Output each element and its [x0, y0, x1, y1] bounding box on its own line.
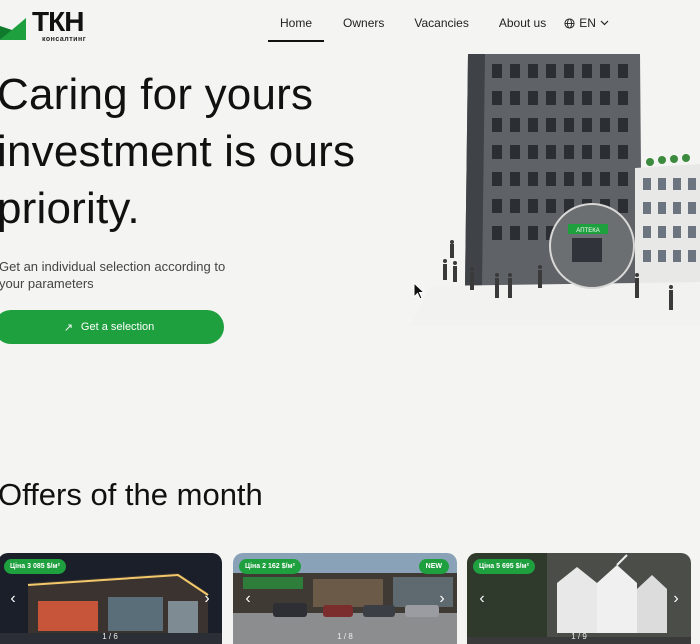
language-selector[interactable]: EN	[558, 14, 609, 42]
hero-subtitle: Get an individual selection according to…	[0, 259, 226, 291]
main-nav: Home Owners Vacancies About us EN	[268, 14, 609, 42]
photo-pager: 1 / 9	[571, 632, 587, 641]
chevron-right-icon[interactable]: ›	[669, 591, 683, 607]
nav-home[interactable]: Home	[268, 14, 325, 42]
offer-card[interactable]: Ціна 2 162 $/м² NEW ‹ › 1 / 8	[233, 553, 457, 644]
new-badge: NEW	[418, 559, 449, 574]
chevron-left-icon[interactable]: ‹	[241, 591, 255, 607]
price-badge: Ціна 3 085 $/м²	[4, 559, 66, 574]
mouse-cursor-icon	[413, 282, 425, 300]
arrow-up-right-icon: ↗	[63, 321, 73, 334]
photo-pager: 1 / 6	[102, 632, 118, 641]
logo-mark-icon	[0, 18, 26, 40]
offers-title: Offers of the month	[0, 477, 263, 512]
nav-vacancies[interactable]: Vacancies	[402, 14, 480, 42]
hero-building-illustration: АПТЕКА	[410, 54, 700, 326]
shop-sign-text: АПТЕКА	[576, 228, 599, 234]
price-badge: Ціна 5 695 $/м²	[473, 559, 535, 574]
hero-title: Caring for yours investment is ours prio…	[0, 70, 356, 233]
chevron-right-icon[interactable]: ›	[200, 591, 214, 607]
chevron-down-icon	[600, 20, 609, 26]
price-badge: Ціна 2 162 $/м²	[239, 559, 301, 574]
logo-text: ТКН	[32, 6, 84, 37]
offer-card[interactable]: Ціна 3 085 $/м² ‹ › 1 / 6	[0, 553, 222, 644]
chevron-left-icon[interactable]: ‹	[475, 591, 489, 607]
logo-subtitle: консалтинг	[42, 36, 87, 43]
offer-card[interactable]: Ціна 5 695 $/м² ‹ › 1 / 9	[467, 553, 691, 644]
logo[interactable]: ТКН консалтинг	[0, 6, 110, 43]
chevron-right-icon[interactable]: ›	[435, 591, 449, 607]
globe-icon	[564, 17, 575, 29]
nav-owners[interactable]: Owners	[331, 14, 396, 42]
get-selection-button[interactable]: ↗ Get a selection	[0, 310, 224, 344]
language-label: EN	[579, 16, 596, 30]
get-selection-label: Get a selection	[80, 321, 155, 333]
chevron-left-icon[interactable]: ‹	[6, 591, 20, 607]
nav-about-us[interactable]: About us	[487, 14, 558, 42]
photo-pager: 1 / 8	[337, 632, 353, 641]
